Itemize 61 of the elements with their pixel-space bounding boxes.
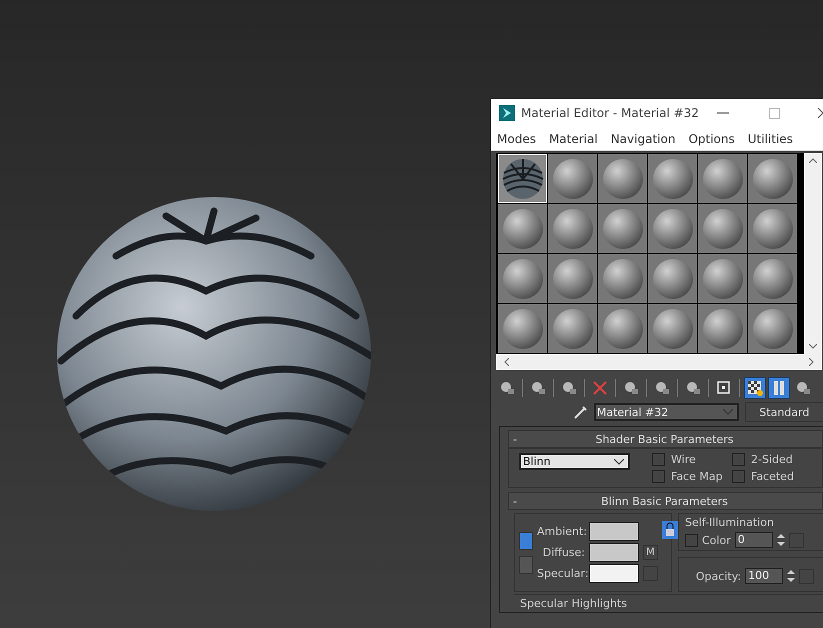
checkbox-label: Faceted bbox=[751, 470, 794, 483]
scroll-up-icon[interactable] bbox=[809, 158, 817, 163]
scroll-down-icon[interactable] bbox=[809, 344, 817, 349]
checker-icon bbox=[746, 379, 764, 397]
sphere-icon bbox=[560, 379, 578, 397]
close-icon[interactable] bbox=[818, 108, 823, 118]
checkbox[interactable] bbox=[652, 470, 665, 483]
padlock-icon[interactable] bbox=[662, 521, 678, 539]
group-title: Specular Highlights bbox=[520, 597, 627, 610]
scroll-left-icon[interactable] bbox=[504, 358, 509, 366]
horizontal-scrollbar[interactable] bbox=[496, 354, 822, 370]
checkbox-label: Color bbox=[702, 534, 731, 546]
spinner-arrows-icon[interactable] bbox=[787, 569, 796, 583]
window-title: Material Editor - Material #32 bbox=[521, 106, 699, 120]
checkbox-label: Wire bbox=[671, 453, 696, 466]
sphere-icon bbox=[794, 379, 812, 397]
opacity-label: Opacity: bbox=[696, 570, 742, 582]
eyedropper-icon[interactable] bbox=[574, 405, 588, 419]
color-swatch[interactable] bbox=[589, 543, 639, 562]
color-swatch[interactable] bbox=[589, 522, 639, 541]
menu-item[interactable]: Options bbox=[688, 132, 735, 146]
menu-item[interactable]: Navigation bbox=[610, 132, 676, 146]
rollout-header[interactable]: - Blinn Basic Parameters bbox=[508, 492, 823, 510]
color-label: Diffuse: bbox=[542, 546, 585, 559]
checkbox[interactable] bbox=[732, 453, 745, 466]
checkbox-label: Face Map bbox=[671, 470, 723, 483]
app-icon bbox=[499, 105, 515, 121]
color-label: Specular: bbox=[537, 567, 585, 580]
checkbox[interactable] bbox=[652, 453, 665, 466]
minimize-icon[interactable] bbox=[717, 112, 729, 114]
scroll-right-icon[interactable] bbox=[809, 358, 814, 366]
dropdown-caret-icon bbox=[614, 458, 624, 464]
checkbox-label: 2-Sided bbox=[751, 453, 793, 466]
color-swatch[interactable] bbox=[589, 564, 639, 583]
spinner-field[interactable]: 0 bbox=[734, 532, 773, 548]
spinner-arrows-icon[interactable] bbox=[776, 533, 785, 547]
rollout-header[interactable]: - Shader Basic Parameters bbox=[508, 430, 823, 448]
toolbar-button[interactable] bbox=[768, 377, 790, 399]
shader-dropdown[interactable]: Blinn bbox=[519, 453, 630, 470]
sphere-icon bbox=[622, 379, 640, 397]
menu-item[interactable]: Material bbox=[548, 132, 598, 146]
toolbar-button[interactable] bbox=[744, 377, 766, 399]
spinner-field[interactable]: 100 bbox=[745, 568, 784, 584]
sphere-icon bbox=[498, 379, 516, 397]
sphere-icon bbox=[653, 379, 671, 397]
material-name-field[interactable]: Material #32 bbox=[594, 403, 739, 421]
menu-item[interactable]: Utilities bbox=[748, 132, 793, 146]
x-icon bbox=[591, 379, 609, 397]
sphere-icon bbox=[529, 379, 547, 397]
color-label: Ambient: bbox=[537, 525, 585, 538]
map-button[interactable]: M bbox=[643, 545, 658, 560]
lock-button[interactable] bbox=[519, 532, 533, 550]
square-icon bbox=[715, 379, 733, 397]
dropdown-caret-icon bbox=[722, 409, 733, 415]
checkbox[interactable] bbox=[732, 470, 745, 483]
group-title: Self-Illumination bbox=[685, 516, 774, 529]
material-type-button[interactable]: Standard bbox=[744, 402, 823, 422]
vertical-scrollbar[interactable] bbox=[804, 153, 822, 354]
menu-item[interactable]: Modes bbox=[497, 132, 536, 146]
checkbox[interactable] bbox=[685, 534, 698, 546]
sphere-icon bbox=[684, 379, 702, 397]
